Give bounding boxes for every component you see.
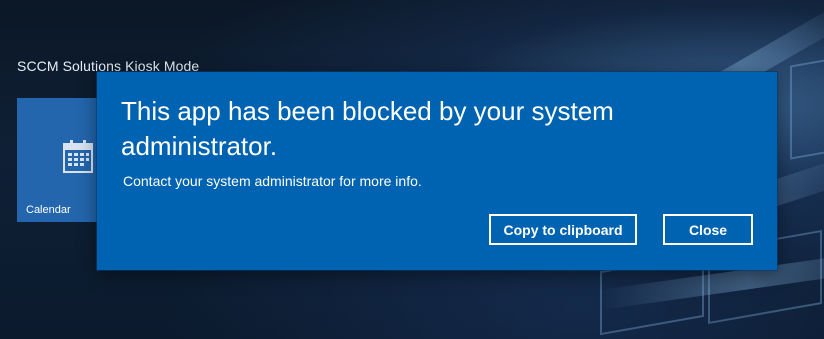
desktop-background: SCCM Solutions Kiosk Mode Calendar This … xyxy=(0,0,824,339)
copy-to-clipboard-button[interactable]: Copy to clipboard xyxy=(489,214,637,245)
close-button[interactable]: Close xyxy=(663,214,753,245)
tile-label: Calendar xyxy=(26,204,71,216)
dialog-message: Contact your system administrator for mo… xyxy=(123,173,422,189)
dialog-title: This app has been blocked by your system… xyxy=(121,96,614,161)
calendar-icon xyxy=(63,140,93,173)
wallpaper-window-pane xyxy=(790,54,824,160)
blocked-app-dialog: This app has been blocked by your system… xyxy=(97,72,777,270)
